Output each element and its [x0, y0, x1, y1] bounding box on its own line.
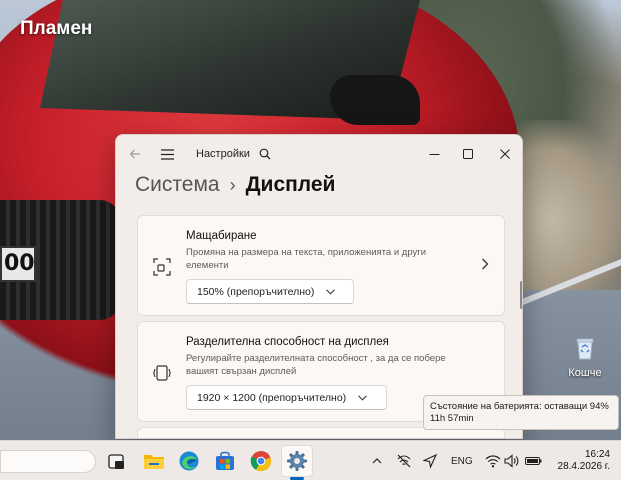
- location-arrow-icon[interactable]: [423, 453, 437, 469]
- scale-dropdown[interactable]: 150% (препоръчително): [186, 279, 354, 304]
- recycle-bin-label: Кошче: [568, 367, 602, 379]
- clock-date: 28.4.2026 г.: [557, 461, 610, 472]
- desktop-user-name: Пламен: [20, 18, 93, 39]
- close-icon: [500, 149, 510, 159]
- arrow-left-icon: [129, 149, 140, 159]
- chevron-down-icon: [358, 394, 368, 401]
- resolution-dropdown[interactable]: 1920 × 1200 (препоръчително): [186, 385, 387, 410]
- maximize-icon: [463, 149, 473, 159]
- title-bar[interactable]: Настройки: [116, 135, 522, 171]
- display-resolution-icon: [153, 365, 171, 381]
- edge-browser-icon[interactable]: [178, 450, 200, 472]
- resolution-description: Регулирайте разделителната способност , …: [186, 353, 446, 377]
- volume-icon[interactable]: [504, 453, 520, 469]
- chevron-right-icon[interactable]: [481, 258, 489, 270]
- network-disconnected-icon[interactable]: [396, 453, 412, 469]
- close-button[interactable]: [494, 143, 516, 165]
- battery-tooltip: Състояние на батерията: оставащи 94% 11h…: [423, 395, 619, 430]
- scale-description: Промяна на размера на текста, приложения…: [186, 247, 427, 271]
- language-indicator[interactable]: ENG: [451, 453, 473, 469]
- navigation-menu-button[interactable]: [156, 143, 178, 165]
- back-button[interactable]: [124, 143, 146, 165]
- taskbar: ENG 16:24 28.4.2026 г.: [0, 440, 621, 480]
- hamburger-menu-icon: [160, 148, 174, 160]
- page-title: Дисплей: [245, 173, 336, 196]
- breadcrumb-separator: ›: [229, 174, 236, 195]
- widgets-icon[interactable]: [106, 450, 128, 472]
- minimize-button[interactable]: [423, 143, 445, 165]
- clock-time: 16:24: [584, 449, 610, 460]
- taskbar-search-box[interactable]: [0, 450, 96, 473]
- search-icon: [259, 148, 271, 160]
- microsoft-store-icon[interactable]: [214, 450, 236, 472]
- scale-setting-card[interactable]: Мащабиране Промяна на размера на текста,…: [137, 215, 505, 316]
- scale-title: Мащабиране: [186, 230, 257, 242]
- scale-icon: [153, 258, 171, 276]
- taskbar-clock[interactable]: 16:24 28.4.2026 г.: [552, 449, 610, 473]
- maximize-button[interactable]: [457, 143, 479, 165]
- app-title: Настройки: [196, 148, 250, 160]
- settings-window: Настройки Система › Дисплей Мащабиране П…: [115, 134, 523, 439]
- wallpaper-car-mirror: [330, 75, 420, 125]
- scale-dropdown-value: 150% (препоръчително): [197, 285, 315, 298]
- scrollbar-thumb[interactable]: [520, 281, 522, 309]
- chevron-down-icon: [326, 288, 336, 295]
- recycle-bin-icon: [576, 338, 594, 360]
- wallpaper-license-plate: 00: [0, 246, 36, 282]
- resolution-title: Разделителна способност на дисплея: [186, 336, 389, 348]
- wifi-icon[interactable]: [485, 453, 501, 469]
- file-explorer-icon[interactable]: [143, 450, 165, 472]
- breadcrumb: Система › Дисплей: [135, 173, 335, 197]
- chevron-up-icon[interactable]: [372, 453, 382, 469]
- recycle-bin-shortcut[interactable]: Кошче: [563, 336, 607, 381]
- battery-tooltip-status: Състояние на батерията: оставащи 94%: [430, 401, 609, 412]
- search-button[interactable]: [254, 143, 276, 165]
- minimize-icon: [429, 153, 439, 155]
- settings-gear-icon[interactable]: [286, 450, 308, 472]
- battery-icon[interactable]: [525, 453, 543, 469]
- breadcrumb-parent-system[interactable]: Система: [135, 173, 220, 197]
- chrome-browser-icon[interactable]: [250, 450, 272, 472]
- battery-tooltip-remaining-time: 11h 57min: [430, 413, 474, 424]
- resolution-dropdown-value: 1920 × 1200 (препоръчително): [197, 391, 347, 404]
